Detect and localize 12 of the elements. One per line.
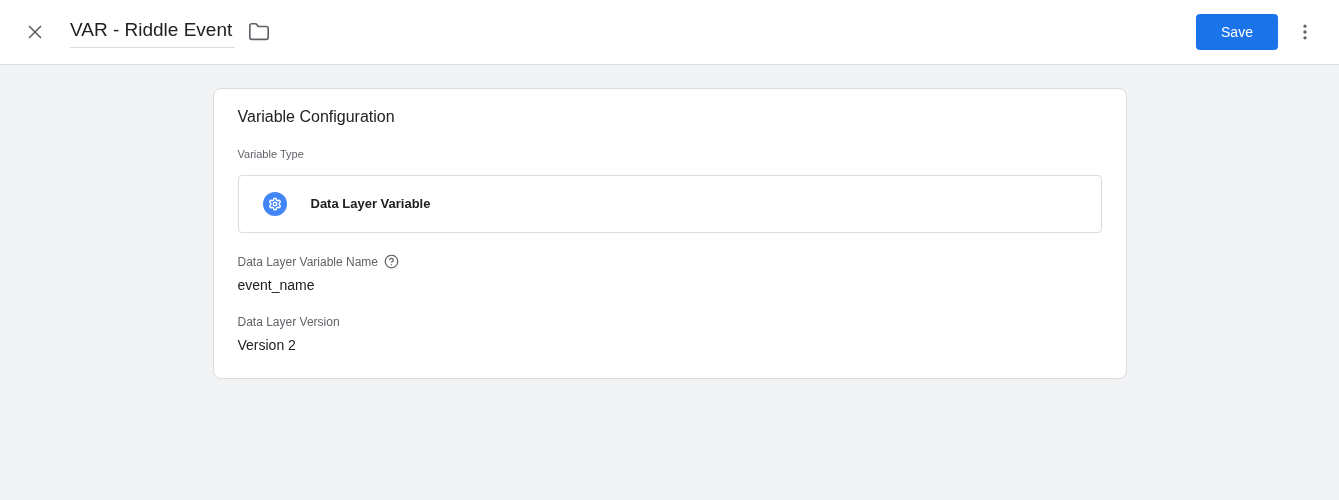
folder-icon[interactable] xyxy=(248,21,270,43)
field-label: Data Layer Variable Name xyxy=(237,253,378,271)
title-field[interactable]: VAR - Riddle Event xyxy=(70,15,235,49)
field-value: event_name xyxy=(237,275,316,295)
save-button[interactable]: Save xyxy=(1196,14,1278,50)
field-label: Data Layer Version xyxy=(237,313,340,331)
field-label: Variable Type xyxy=(237,147,305,162)
help-icon[interactable] xyxy=(384,254,399,269)
gear-icon xyxy=(262,191,287,216)
field-value: Version 2 xyxy=(237,335,297,355)
variable-type-selector[interactable]: Data Layer Variable xyxy=(237,174,1102,233)
card-title: Variable Configuration xyxy=(237,107,396,127)
